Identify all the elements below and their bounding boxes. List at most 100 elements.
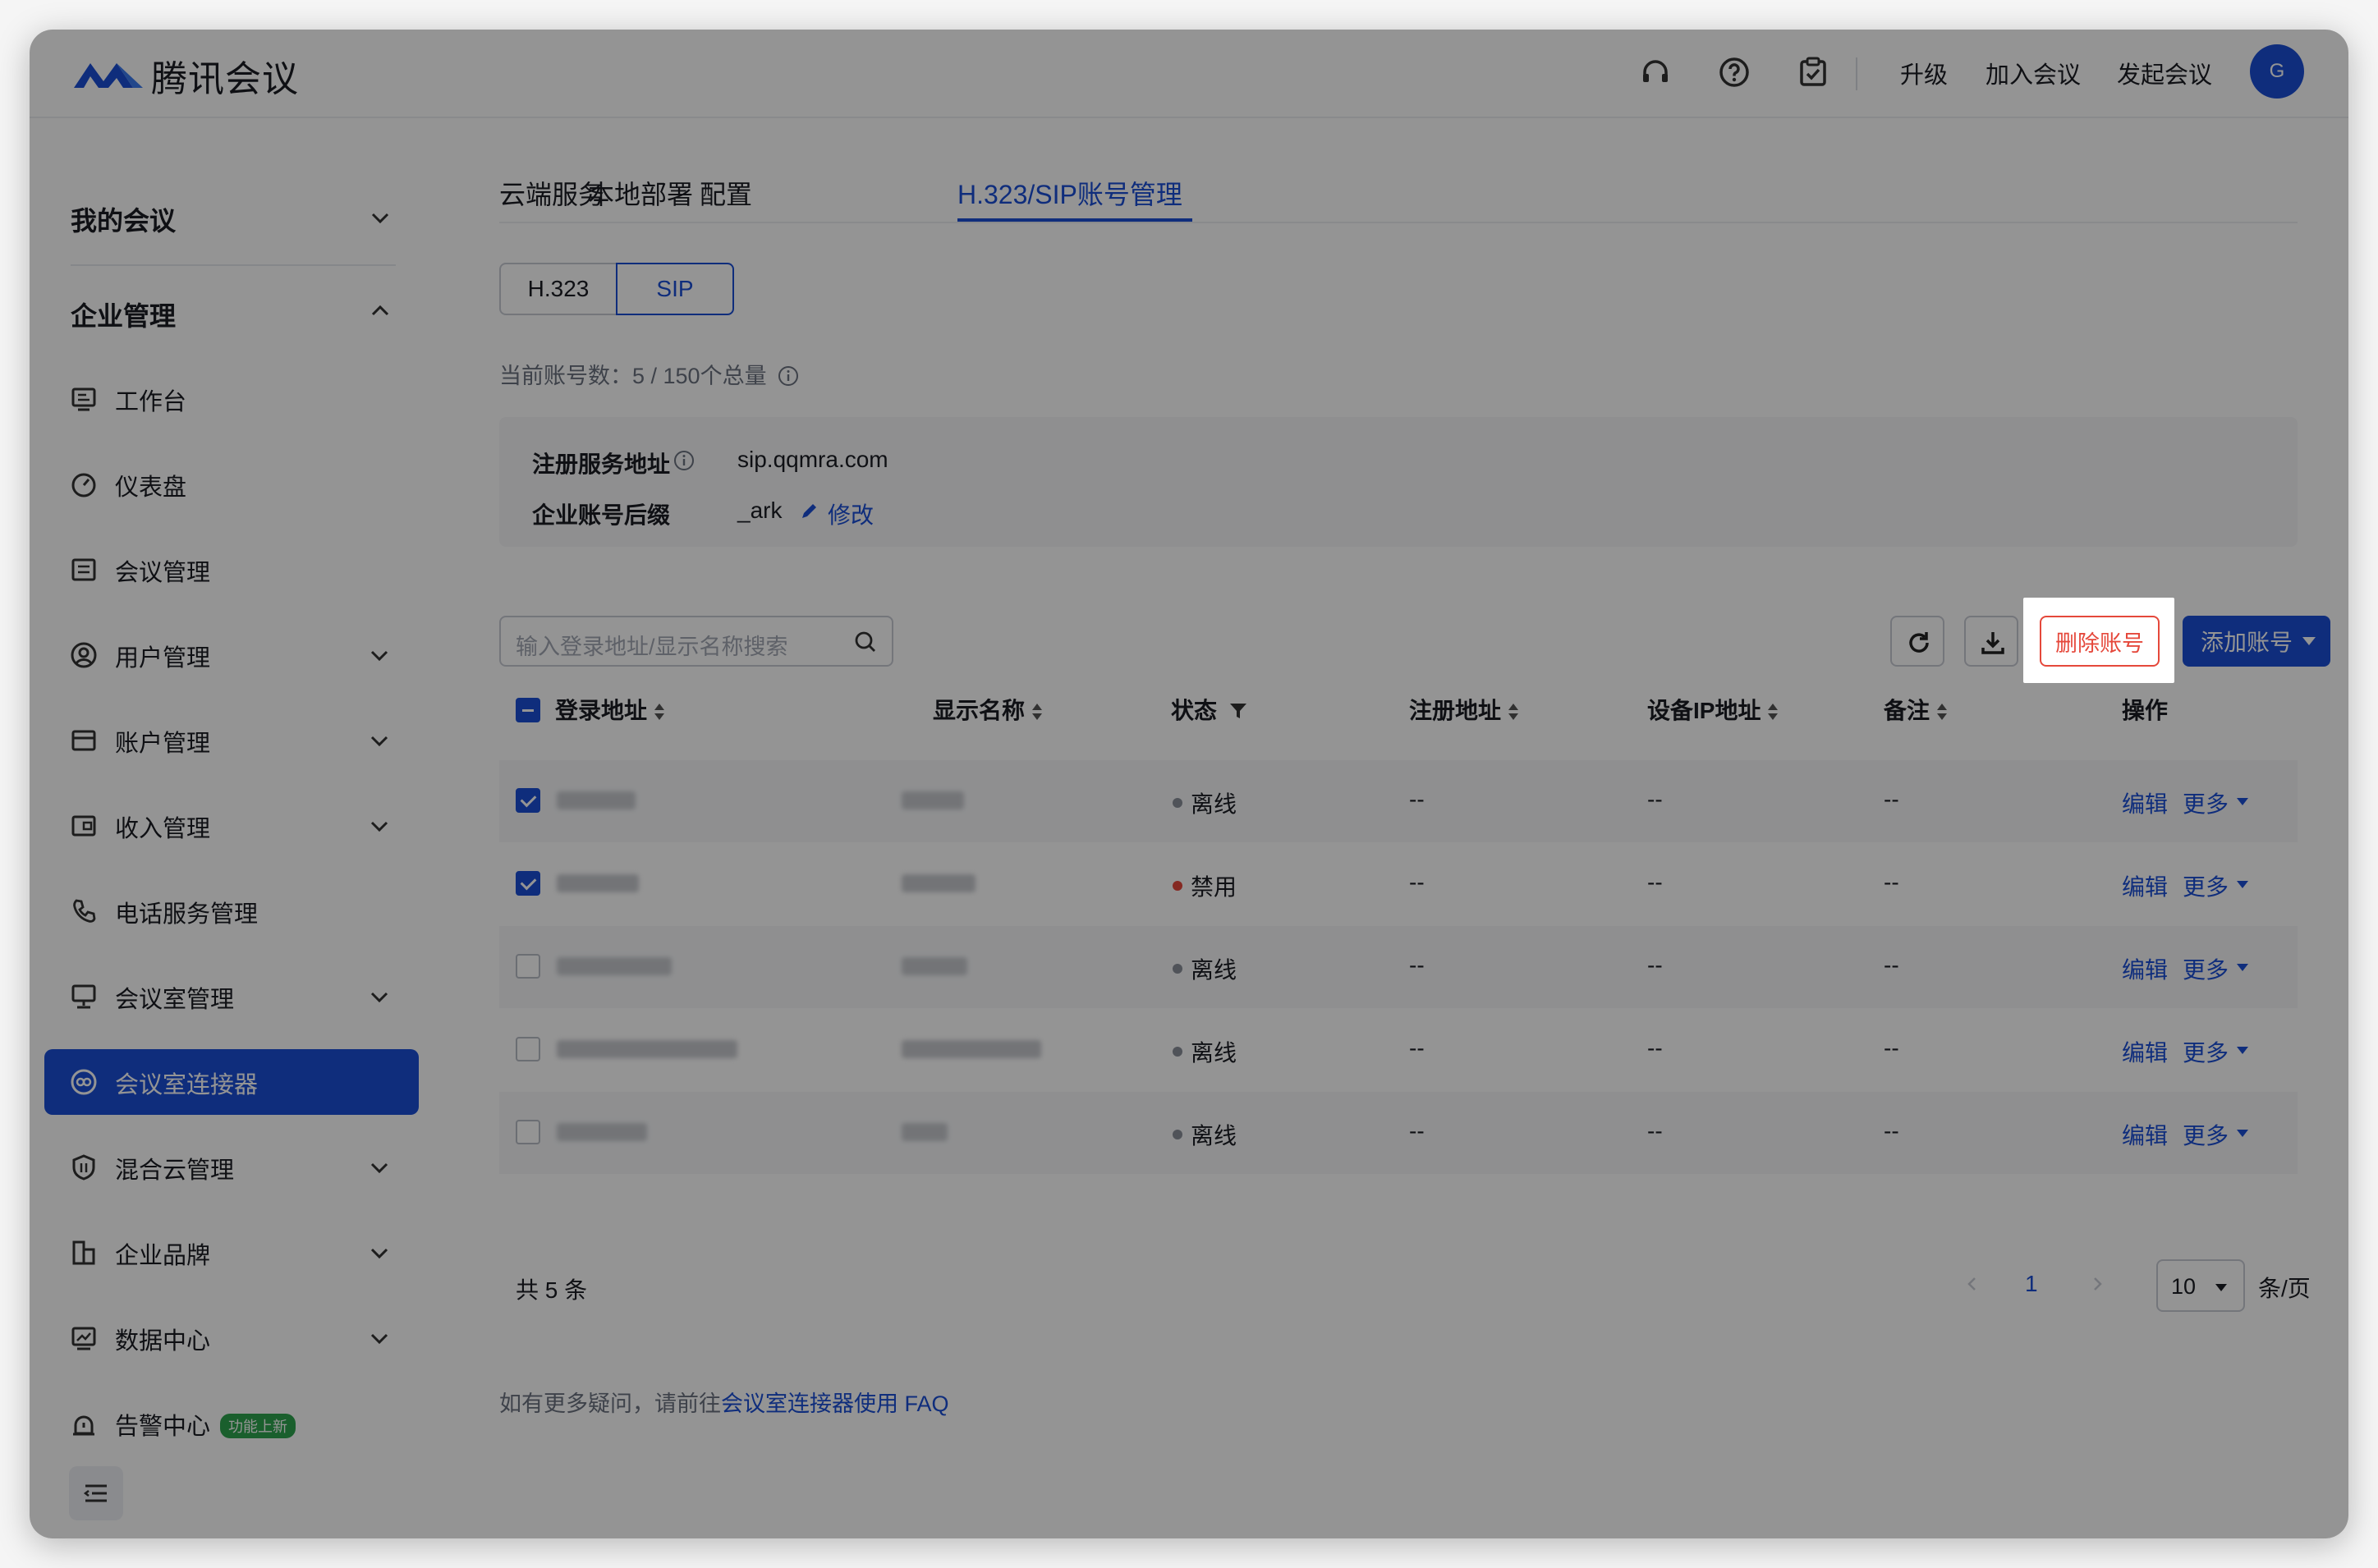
display-name-redacted [902, 874, 976, 892]
col-device-ip[interactable]: 设备IP地址 [1647, 693, 1779, 726]
login-address-redacted [557, 957, 672, 975]
col-note[interactable]: 备注 [1884, 693, 1948, 726]
search-icon[interactable] [852, 629, 879, 655]
more-link[interactable]: 更多 [2183, 869, 2229, 902]
sort-icon[interactable] [1031, 701, 1043, 724]
clipboard-check-icon[interactable] [1795, 54, 1831, 90]
more-link[interactable]: 更多 [2183, 952, 2229, 985]
download-button[interactable] [1964, 616, 2018, 667]
sidebar-item-user-management[interactable]: 用户管理 [44, 622, 419, 688]
edit-link[interactable]: 编辑 [2122, 952, 2168, 985]
table-row[interactable]: 离线 -- -- -- 编辑 更多 [499, 1092, 2298, 1174]
reg-address-value: sip.qqmra.com [737, 447, 888, 472]
refresh-button[interactable] [1890, 616, 1944, 667]
caret-down-icon [2237, 1047, 2248, 1054]
segment-sip[interactable]: SIP [616, 263, 734, 315]
table-row[interactable]: 禁用 -- -- -- 编辑 更多 [499, 843, 2298, 925]
sip-info-box: 注册服务地址 sip.qqmra.com 企业账号后缀 _ark 修改 [499, 417, 2298, 547]
more-link[interactable]: 更多 [2183, 1035, 2229, 1068]
tab-local-deploy[interactable]: 本地部署 [588, 174, 693, 212]
sidebar-item-hybrid-cloud[interactable]: 混合云管理 [44, 1135, 419, 1200]
headset-icon[interactable] [1637, 54, 1673, 90]
table-row[interactable]: 离线 -- -- -- 编辑 更多 [499, 926, 2298, 1008]
chevron-down-icon [370, 1162, 388, 1174]
display-name-redacted [902, 1040, 1041, 1058]
sidebar-item-meeting-management[interactable]: 会议管理 [44, 537, 419, 603]
upgrade-link[interactable]: 升级 [1900, 56, 1948, 90]
sidebar-collapse-button[interactable] [69, 1466, 123, 1520]
pencil-icon[interactable] [798, 501, 819, 522]
alarm-icon [73, 1415, 94, 1436]
tab-sip-account[interactable]: H.323/SIP账号管理 [957, 174, 1182, 212]
device-ip-cell: -- [1647, 952, 1663, 978]
login-address-redacted [557, 1040, 737, 1058]
table-row[interactable]: 离线 -- -- -- 编辑 更多 [499, 760, 2298, 842]
sidebar-item-data-center[interactable]: 数据中心 [44, 1305, 419, 1371]
table-row[interactable]: 离线 -- -- -- 编辑 更多 [499, 1009, 2298, 1091]
row-checkbox[interactable] [516, 1037, 540, 1061]
start-meeting-link[interactable]: 发起会议 [2117, 56, 2212, 90]
row-checkbox[interactable] [516, 788, 540, 813]
device-ip-cell: -- [1647, 1118, 1663, 1144]
sidebar-item-phone-service[interactable]: 电话服务管理 [44, 878, 419, 944]
more-link[interactable]: 更多 [2183, 786, 2229, 819]
sidebar-item-workbench[interactable]: 工作台 [44, 366, 419, 432]
add-account-button[interactable]: 添加账号 [2183, 616, 2330, 667]
sidebar-item-income-management[interactable]: 收入管理 [44, 793, 419, 859]
caret-down-icon [2237, 798, 2248, 805]
info-icon[interactable] [778, 365, 799, 387]
delete-account-button[interactable]: 删除账号 [2040, 616, 2160, 667]
chevron-up-icon[interactable] [366, 297, 394, 325]
edit-link[interactable]: 编辑 [2122, 1118, 2168, 1151]
col-login-address[interactable]: 登录地址 [555, 693, 665, 726]
sort-icon[interactable] [1936, 701, 1948, 724]
edit-link[interactable]: 编辑 [2122, 869, 2168, 902]
sidebar-item-room-connector[interactable]: 会议室连接器 [44, 1049, 419, 1115]
page-size-select[interactable]: 10 [2156, 1259, 2245, 1312]
note-cell: -- [1884, 786, 1899, 812]
reg-address-cell: -- [1409, 1035, 1425, 1061]
sort-icon[interactable] [654, 701, 665, 724]
filter-icon[interactable] [1228, 701, 1248, 721]
segment-h323[interactable]: H.323 [499, 263, 617, 315]
sidebar-section-enterprise[interactable]: 企业管理 [71, 296, 176, 333]
tab-config[interactable]: 配置 [700, 174, 752, 212]
search-input[interactable]: 输入登录地址/显示名称搜索 [499, 616, 893, 667]
faq-link[interactable]: 会议室连接器使用 FAQ [721, 1391, 949, 1416]
sidebar-section-my-meetings[interactable]: 我的会议 [71, 200, 176, 238]
sidebar-item-brand[interactable]: 企业品牌 [44, 1220, 419, 1286]
row-checkbox[interactable] [516, 871, 540, 896]
page-1[interactable]: 1 [2025, 1271, 2038, 1297]
sidebar-item-alarm-center[interactable]: 告警中心 功能上新 [44, 1391, 419, 1456]
sidebar-item-account-management[interactable]: 账户管理 [44, 708, 419, 773]
sort-icon[interactable] [1767, 701, 1779, 724]
row-checkbox[interactable] [516, 1120, 540, 1144]
help-icon[interactable] [1716, 54, 1752, 90]
more-link[interactable]: 更多 [2183, 1118, 2229, 1151]
chevron-down-icon[interactable] [366, 204, 394, 232]
reg-address-cell: -- [1409, 952, 1425, 978]
display-name-redacted [902, 1123, 948, 1141]
next-page-icon[interactable] [2089, 1276, 2105, 1292]
brand-logo[interactable]: 腾讯会议 [71, 49, 299, 102]
col-status[interactable]: 状态 [1171, 693, 1248, 726]
sidebar-item-label: 告警中心 [115, 1414, 211, 1440]
edit-suffix-link[interactable]: 修改 [828, 497, 874, 530]
info-icon[interactable] [673, 450, 695, 471]
sort-icon[interactable] [1508, 701, 1519, 724]
sidebar-item-meeting-room[interactable]: 会议室管理 [44, 964, 419, 1029]
edit-link[interactable]: 编辑 [2122, 1035, 2168, 1068]
edit-link[interactable]: 编辑 [2122, 786, 2168, 819]
avatar[interactable]: G [2250, 44, 2304, 99]
caret-down-icon [2302, 637, 2316, 645]
row-checkbox[interactable] [516, 954, 540, 979]
account-suffix-label: 企业账号后缀 [532, 502, 671, 528]
new-feature-badge: 功能上新 [220, 1414, 296, 1438]
prev-page-icon[interactable] [1964, 1276, 1981, 1292]
col-display-name[interactable]: 显示名称 [933, 693, 1043, 726]
col-reg-address[interactable]: 注册地址 [1409, 693, 1519, 726]
header-divider [1856, 57, 1857, 90]
join-meeting-link[interactable]: 加入会议 [1985, 56, 2081, 90]
select-all-checkbox[interactable] [516, 698, 540, 722]
sidebar-item-dashboard[interactable]: 仪表盘 [44, 452, 419, 517]
